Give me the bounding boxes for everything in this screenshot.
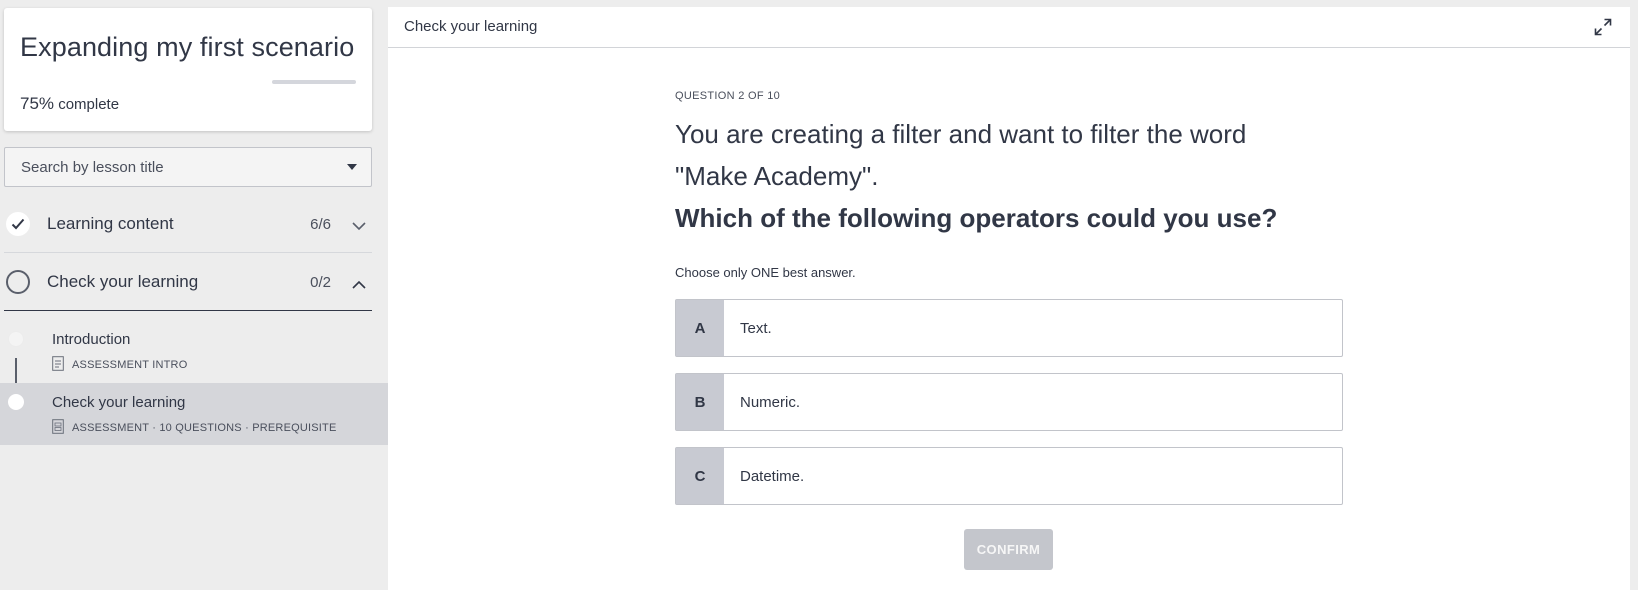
section-title: Check your learning [47, 272, 199, 291]
question-prompt: Which of the following operators could y… [675, 203, 1278, 233]
progress-percent: 75% [20, 94, 55, 113]
assessment-panel: Check your learning QUESTION 2 OF 10 You… [388, 7, 1630, 590]
course-title: Expanding my first scenario [20, 32, 355, 62]
expand-icon[interactable] [1594, 18, 1612, 41]
question-text: You are creating a filter and want to fi… [675, 113, 1315, 239]
section-title: Learning content [47, 214, 174, 233]
caret-down-icon [347, 164, 357, 170]
search-placeholder: Search by lesson title [21, 158, 164, 176]
progress-text: 75% complete [20, 94, 119, 114]
chevron-down-icon[interactable] [352, 218, 366, 236]
section-check-your-learning[interactable]: Check your learning 0/2 [4, 254, 372, 311]
section-count: 0/2 [310, 273, 331, 291]
option-text: Datetime. [740, 467, 805, 485]
panel-title: Check your learning [404, 18, 538, 35]
page-edge [1630, 0, 1638, 590]
lesson-search-select[interactable]: Search by lesson title [4, 147, 372, 187]
option-letter: B [676, 374, 724, 430]
question-counter: QUESTION 2 OF 10 [675, 90, 781, 102]
confirm-button[interactable]: CONFIRM [964, 529, 1053, 570]
lesson-meta-text: ASSESSMENT INTRO [72, 359, 188, 371]
progress-suffix: complete [58, 96, 120, 113]
question-line: You are creating a filter and want to fi… [675, 119, 1247, 149]
lesson-item-introduction[interactable]: Introduction ASSESSMENT INTRO [0, 320, 388, 382]
lesson-meta: ASSESSMENT · 10 QUESTIONS · PREREQUISITE [52, 419, 337, 437]
answer-option-a[interactable]: A Text. [675, 299, 1343, 357]
sidebar: Expanding my first scenario 75% complete… [0, 0, 388, 590]
progress-bar-fill [272, 80, 356, 84]
answer-option-b[interactable]: B Numeric. [675, 373, 1343, 431]
option-text: Numeric. [740, 393, 801, 411]
course-card: Expanding my first scenario 75% complete [4, 8, 372, 131]
document-icon [52, 356, 64, 374]
option-text: Text. [740, 319, 772, 337]
question-line: "Make Academy". [675, 161, 879, 191]
lesson-meta: ASSESSMENT INTRO [52, 356, 187, 374]
option-letter: A [676, 300, 724, 356]
lesson-title: Introduction [52, 331, 131, 348]
answer-instruction: Choose only ONE best answer. [675, 265, 856, 280]
answer-option-c[interactable]: C Datetime. [675, 447, 1343, 505]
lesson-status-dot [8, 331, 24, 347]
panel-header: Check your learning [388, 7, 1630, 48]
incomplete-circle-icon [6, 270, 30, 294]
lesson-status-dot [8, 394, 24, 410]
lesson-item-check-your-learning[interactable]: Check your learning ASSESSMENT · 10 QUES… [0, 383, 388, 445]
section-learning-content[interactable]: Learning content 6/6 [4, 196, 372, 253]
progress-bar [272, 80, 356, 84]
option-letter: C [676, 448, 724, 504]
lesson-title: Check your learning [52, 394, 186, 411]
checkmark-icon [6, 212, 30, 236]
lesson-meta-text: ASSESSMENT · 10 QUESTIONS · PREREQUISITE [72, 422, 337, 434]
chevron-up-icon[interactable] [352, 276, 366, 294]
section-count: 6/6 [310, 215, 331, 233]
assessment-icon [52, 419, 64, 437]
